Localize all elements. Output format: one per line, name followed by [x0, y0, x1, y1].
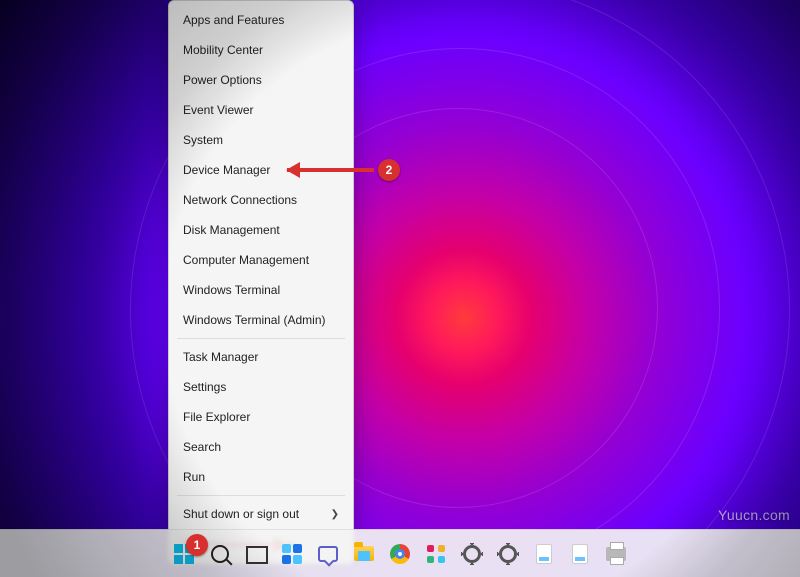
taskbar — [0, 529, 800, 577]
menu-item-label: Shut down or sign out — [183, 507, 299, 521]
task-view-button[interactable] — [241, 539, 271, 569]
widgets-icon — [282, 544, 302, 564]
chevron-right-icon: ❯ — [331, 509, 339, 520]
menu-item-label: System — [183, 133, 223, 147]
menu-item-label: Windows Terminal — [183, 283, 280, 297]
menu-item-power-options[interactable]: Power Options — [169, 65, 353, 95]
gear-icon — [499, 545, 517, 563]
chrome-icon — [390, 544, 410, 564]
menu-item-apps-and-features[interactable]: Apps and Features — [169, 5, 353, 35]
printer-icon — [606, 547, 626, 561]
annotation-badge-1: 1 — [186, 534, 208, 556]
menu-item-label: Mobility Center — [183, 43, 263, 57]
menu-item-disk-management[interactable]: Disk Management — [169, 215, 353, 245]
app-button-1[interactable] — [493, 539, 523, 569]
menu-item-shut-down-or-sign-out[interactable]: Shut down or sign out ❯ — [169, 499, 353, 529]
printer-button[interactable] — [601, 539, 631, 569]
menu-item-settings[interactable]: Settings — [169, 372, 353, 402]
menu-separator — [177, 338, 345, 339]
menu-item-run[interactable]: Run — [169, 462, 353, 492]
widgets-button[interactable] — [277, 539, 307, 569]
menu-item-label: Search — [183, 440, 221, 454]
app-button-3[interactable] — [565, 539, 595, 569]
chrome-button[interactable] — [385, 539, 415, 569]
menu-item-label: Power Options — [183, 73, 262, 87]
search-button[interactable] — [205, 539, 235, 569]
chat-button[interactable] — [313, 539, 343, 569]
slack-icon — [427, 545, 445, 563]
tiny-white-icon — [536, 544, 552, 564]
menu-item-file-explorer[interactable]: File Explorer — [169, 402, 353, 432]
menu-item-label: Event Viewer — [183, 103, 253, 117]
menu-item-label: Computer Management — [183, 253, 309, 267]
annotation-arrow — [287, 168, 374, 172]
menu-item-computer-management[interactable]: Computer Management — [169, 245, 353, 275]
menu-item-label: Network Connections — [183, 193, 297, 207]
chat-icon — [318, 546, 338, 562]
menu-item-label: Windows Terminal (Admin) — [183, 313, 325, 327]
settings-button[interactable] — [457, 539, 487, 569]
menu-item-label: Device Manager — [183, 163, 270, 177]
file-explorer-button[interactable] — [349, 539, 379, 569]
explorer-icon — [354, 546, 374, 561]
menu-item-label: Apps and Features — [183, 13, 284, 27]
menu-item-label: Run — [183, 470, 205, 484]
menu-item-label: Settings — [183, 380, 226, 394]
gear-icon — [463, 545, 481, 563]
menu-item-mobility-center[interactable]: Mobility Center — [169, 35, 353, 65]
menu-item-task-manager[interactable]: Task Manager — [169, 342, 353, 372]
menu-item-windows-terminal[interactable]: Windows Terminal — [169, 275, 353, 305]
desktop: Apps and Features Mobility Center Power Op… — [0, 0, 800, 577]
tiny-white-icon — [572, 544, 588, 564]
menu-item-label: Task Manager — [183, 350, 258, 364]
search-icon — [211, 545, 229, 563]
menu-item-network-connections[interactable]: Network Connections — [169, 185, 353, 215]
menu-item-label: File Explorer — [183, 410, 250, 424]
menu-item-label: Disk Management — [183, 223, 280, 237]
taskview-icon — [247, 547, 265, 561]
menu-separator — [177, 495, 345, 496]
menu-item-windows-terminal-admin[interactable]: Windows Terminal (Admin) — [169, 305, 353, 335]
menu-item-search[interactable]: Search — [169, 432, 353, 462]
app-button-2[interactable] — [529, 539, 559, 569]
annotation-badge-2: 2 — [378, 159, 400, 181]
menu-item-event-viewer[interactable]: Event Viewer — [169, 95, 353, 125]
slack-button[interactable] — [421, 539, 451, 569]
menu-item-system[interactable]: System — [169, 125, 353, 155]
winx-context-menu: Apps and Features Mobility Center Power Op… — [168, 0, 354, 564]
watermark-text: Yuucn.com — [718, 507, 790, 523]
